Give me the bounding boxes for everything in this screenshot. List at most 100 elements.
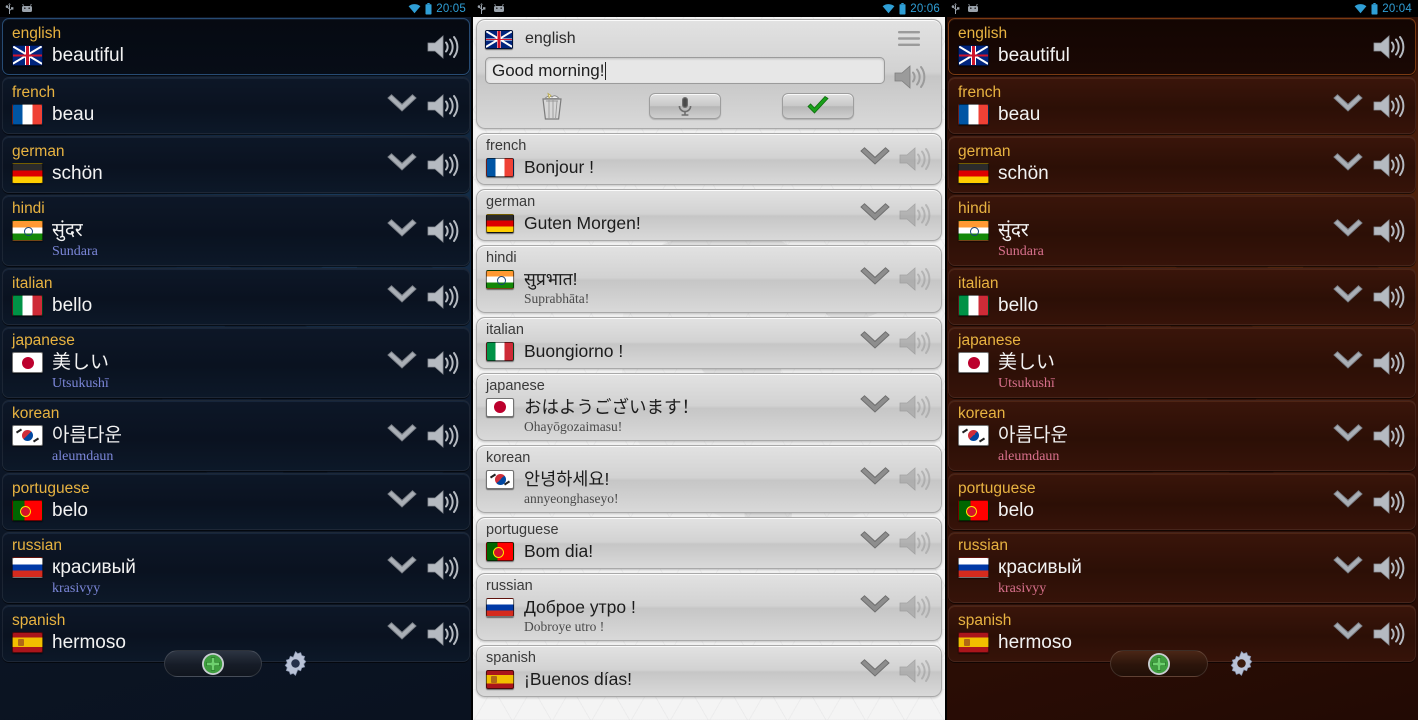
speaker-icon[interactable] <box>1371 553 1406 583</box>
speaker-icon[interactable] <box>897 592 932 622</box>
speaker-icon[interactable] <box>425 32 460 62</box>
translation-row[interactable]: hindi सुंदर Sundara <box>2 195 470 266</box>
translation-row[interactable]: portuguese belo <box>2 473 470 530</box>
speaker-icon[interactable] <box>897 264 932 294</box>
speaker-icon[interactable] <box>425 150 460 180</box>
expand-chevron-icon[interactable] <box>858 466 892 492</box>
translation-row[interactable]: russian красивый krasivyy <box>2 532 470 603</box>
translation-row[interactable]: japanese 美しい Utsukushī <box>948 327 1416 398</box>
expand-chevron-icon[interactable] <box>1331 555 1365 581</box>
translation-row[interactable]: english beautiful <box>948 18 1416 75</box>
settings-gear-icon[interactable] <box>1228 650 1255 677</box>
translation-row[interactable]: french beau <box>948 77 1416 134</box>
speaker-icon[interactable] <box>425 216 460 246</box>
speaker-icon[interactable] <box>425 282 460 312</box>
translation-row[interactable]: italian Buongiorno ! <box>476 317 942 369</box>
voice-input-button[interactable] <box>648 93 721 119</box>
speaker-icon[interactable] <box>425 91 460 121</box>
expand-chevron-icon[interactable] <box>385 489 419 515</box>
translation-row[interactable]: hindi सुंदर Sundara <box>948 195 1416 266</box>
speaker-icon[interactable] <box>1371 32 1406 62</box>
translation-row[interactable]: russian Доброе утро ! Dobroye utro ! <box>476 573 942 641</box>
expand-chevron-icon[interactable] <box>858 530 892 556</box>
expand-chevron-icon[interactable] <box>385 621 419 647</box>
flag-icon <box>12 294 43 316</box>
translation-row[interactable]: german Guten Morgen! <box>476 189 942 241</box>
speaker-icon[interactable] <box>425 619 460 649</box>
source-text-input[interactable]: Good morning! <box>485 57 885 84</box>
trash-icon[interactable] <box>535 91 569 121</box>
speaker-icon[interactable] <box>897 528 932 558</box>
translation-row[interactable]: spanish ¡Buenos días! <box>476 645 942 697</box>
expand-chevron-icon[interactable] <box>385 350 419 376</box>
expand-chevron-icon[interactable] <box>385 152 419 178</box>
translation-row[interactable]: german schön <box>948 136 1416 193</box>
expand-chevron-icon[interactable] <box>385 284 419 310</box>
speaker-icon[interactable] <box>1371 282 1406 312</box>
translation-row[interactable]: portuguese belo <box>948 473 1416 530</box>
source-language-header[interactable]: english <box>485 26 885 52</box>
expand-chevron-icon[interactable] <box>1331 350 1365 376</box>
speaker-icon[interactable] <box>425 348 460 378</box>
translation-row[interactable]: korean 아름다운 aleumdaun <box>2 400 470 471</box>
translation-row[interactable]: russian красивый krasivyy <box>948 532 1416 603</box>
add-language-button[interactable] <box>1109 650 1208 677</box>
translation-row[interactable]: french beau <box>2 77 470 134</box>
speaker-icon[interactable] <box>425 421 460 451</box>
expand-chevron-icon[interactable] <box>858 394 892 420</box>
speaker-icon[interactable] <box>1371 487 1406 517</box>
expand-chevron-icon[interactable] <box>858 330 892 356</box>
add-language-button[interactable] <box>163 650 262 677</box>
confirm-translate-button[interactable] <box>782 93 855 119</box>
speaker-icon[interactable] <box>425 487 460 517</box>
source-text-value: Good morning! <box>492 60 605 80</box>
expand-chevron-icon[interactable] <box>1331 489 1365 515</box>
hamburger-menu-icon[interactable] <box>897 30 921 48</box>
flag-icon <box>958 294 989 316</box>
translation-row[interactable]: korean 안녕하세요! annyeonghaseyo! <box>476 445 942 513</box>
translation-row[interactable]: german schön <box>2 136 470 193</box>
row-translation-text: belo <box>998 499 1034 521</box>
translation-row[interactable]: japanese おはようございます！ Ohayōgozaimasu! <box>476 373 942 441</box>
settings-gear-icon[interactable] <box>282 650 309 677</box>
expand-chevron-icon[interactable] <box>1331 93 1365 119</box>
expand-chevron-icon[interactable] <box>385 555 419 581</box>
expand-chevron-icon[interactable] <box>858 594 892 620</box>
expand-chevron-icon[interactable] <box>1331 621 1365 647</box>
translation-row[interactable]: hindi सुप्रभात! Suprabhāta! <box>476 245 942 313</box>
speaker-icon[interactable] <box>897 144 932 174</box>
expand-chevron-icon[interactable] <box>858 202 892 228</box>
speaker-icon[interactable] <box>1371 348 1406 378</box>
expand-chevron-icon[interactable] <box>858 146 892 172</box>
flag-icon <box>12 220 43 241</box>
expand-chevron-icon[interactable] <box>1331 284 1365 310</box>
speaker-icon[interactable] <box>892 62 927 92</box>
expand-chevron-icon[interactable] <box>1331 218 1365 244</box>
translation-row[interactable]: korean 아름다운 aleumdaun <box>948 400 1416 471</box>
expand-chevron-icon[interactable] <box>858 266 892 292</box>
speaker-icon[interactable] <box>1371 619 1406 649</box>
speaker-icon[interactable] <box>897 464 932 494</box>
expand-chevron-icon[interactable] <box>385 423 419 449</box>
speaker-icon[interactable] <box>897 392 932 422</box>
speaker-icon[interactable] <box>897 328 932 358</box>
translation-row[interactable]: portuguese Bom dia! <box>476 517 942 569</box>
speaker-icon[interactable] <box>1371 91 1406 121</box>
expand-chevron-icon[interactable] <box>385 218 419 244</box>
expand-chevron-icon[interactable] <box>858 658 892 684</box>
speaker-icon[interactable] <box>1371 421 1406 451</box>
translation-row[interactable]: italian bello <box>2 268 470 325</box>
speaker-icon[interactable] <box>897 200 932 230</box>
speaker-icon[interactable] <box>1371 216 1406 246</box>
expand-chevron-icon[interactable] <box>385 93 419 119</box>
speaker-icon[interactable] <box>425 553 460 583</box>
translation-row[interactable]: italian bello <box>948 268 1416 325</box>
expand-chevron-icon[interactable] <box>1331 423 1365 449</box>
speaker-icon[interactable] <box>1371 150 1406 180</box>
row-language-label: french <box>486 138 527 154</box>
translation-row[interactable]: english beautiful <box>2 18 470 75</box>
speaker-icon[interactable] <box>897 656 932 686</box>
translation-row[interactable]: japanese 美しい Utsukushī <box>2 327 470 398</box>
translation-row[interactable]: french Bonjour ! <box>476 133 942 185</box>
expand-chevron-icon[interactable] <box>1331 152 1365 178</box>
